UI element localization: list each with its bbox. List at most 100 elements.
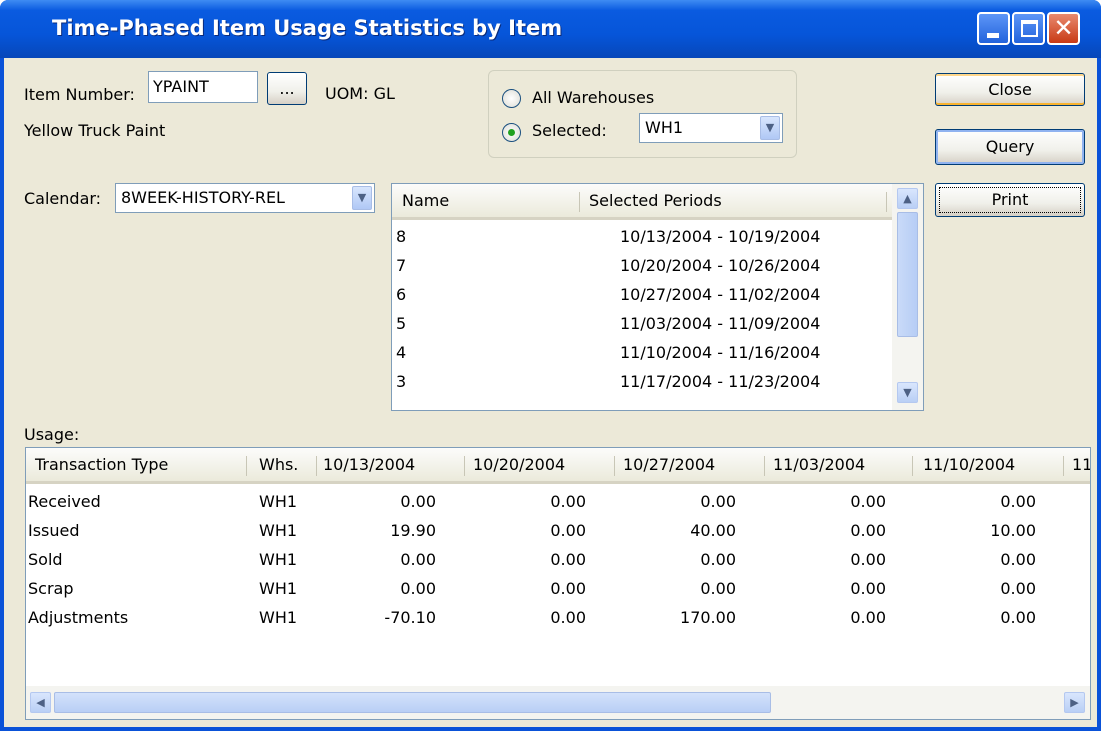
usage-value: 0.00 [550, 608, 586, 627]
arrow-right-icon: ▶ [1070, 696, 1079, 709]
usage-type: Scrap [28, 579, 74, 598]
maximize-button[interactable] [1012, 12, 1045, 45]
usage-type: Adjustments [28, 608, 129, 627]
usage-value: 0.00 [1000, 608, 1036, 627]
item-number-input[interactable]: YPAINT [148, 71, 258, 103]
close-icon: ✕ [1053, 14, 1074, 42]
column-divider[interactable] [246, 456, 247, 476]
usage-col-period[interactable]: 11/03/2004 [773, 448, 865, 482]
usage-col-period[interactable]: 10/13/2004 [323, 448, 415, 482]
periods-scrollbar[interactable]: ▲ ▼ [892, 184, 923, 410]
column-divider[interactable] [316, 456, 317, 476]
period-name: 7 [396, 256, 407, 275]
periods-col-name[interactable]: Name [402, 184, 449, 218]
usage-col-period[interactable]: 11/10/2004 [923, 448, 1015, 482]
periods-header: Name Selected Periods [392, 184, 892, 220]
usage-value: 0.00 [1000, 579, 1036, 598]
usage-type: Issued [28, 521, 80, 540]
warehouse-select[interactable]: WH1 ▼ [639, 113, 783, 143]
period-range: 10/27/2004 - 11/02/2004 [620, 285, 821, 304]
periods-col-range[interactable]: Selected Periods [589, 184, 722, 218]
usage-whs: WH1 [259, 579, 298, 598]
usage-label: Usage: [24, 425, 80, 444]
selected-warehouse-label[interactable]: Selected: [532, 121, 607, 140]
arrow-down-icon: ▼ [903, 386, 912, 399]
usage-value: 0.00 [850, 608, 886, 627]
dialog-body: Item Number: YPAINT ... UOM: GL Yellow T… [4, 58, 1097, 727]
close-button[interactable]: Close [935, 73, 1085, 106]
usage-value: 0.00 [550, 550, 586, 569]
scroll-right-button[interactable]: ▶ [1064, 692, 1085, 713]
item-lookup-button[interactable]: ... [267, 72, 307, 105]
usage-type: Received [28, 492, 101, 511]
arrow-up-icon: ▲ [903, 192, 912, 205]
usage-col-period[interactable]: 10/20/2004 [473, 448, 565, 482]
minimize-button[interactable] [977, 12, 1010, 45]
usage-value: 0.00 [400, 550, 436, 569]
periods-scroll-thumb[interactable] [897, 212, 918, 337]
usage-scroll-thumb[interactable] [54, 692, 771, 713]
all-warehouses-label[interactable]: All Warehouses [532, 88, 654, 107]
usage-col-whs[interactable]: Whs. [259, 448, 298, 482]
period-name: 3 [396, 372, 407, 391]
all-warehouses-radio[interactable] [502, 89, 521, 108]
period-range: 11/10/2004 - 11/16/2004 [620, 343, 821, 362]
usage-value: 0.00 [850, 521, 886, 540]
usage-col-type[interactable]: Transaction Type [35, 448, 168, 482]
title-bar[interactable]: Time-Phased Item Usage Statistics by Ite… [0, 0, 1101, 58]
column-divider[interactable] [886, 192, 887, 212]
query-button[interactable]: Query [935, 129, 1085, 165]
usage-scrollbar[interactable]: ◀ ▶ [26, 686, 1090, 719]
uom-label: UOM: GL [325, 84, 395, 103]
usage-value: 0.00 [700, 550, 736, 569]
column-divider[interactable] [614, 456, 615, 476]
usage-grid[interactable]: Transaction Type Whs. 10/13/2004 10/20/2… [25, 447, 1091, 720]
usage-whs: WH1 [259, 521, 298, 540]
maximize-icon [1021, 20, 1038, 37]
window-title: Time-Phased Item Usage Statistics by Ite… [52, 16, 563, 40]
chevron-down-icon: ▼ [357, 191, 367, 204]
calendar-label: Calendar: [24, 189, 102, 208]
period-name: 8 [396, 227, 407, 246]
period-range: 10/20/2004 - 10/26/2004 [620, 256, 821, 275]
usage-value: 0.00 [550, 521, 586, 540]
usage-whs: WH1 [259, 608, 298, 627]
selected-warehouse-radio[interactable] [502, 123, 521, 142]
column-divider[interactable] [579, 192, 580, 212]
column-divider[interactable] [1063, 456, 1064, 476]
scroll-up-button[interactable]: ▲ [897, 188, 918, 209]
usage-value: 170.00 [680, 608, 736, 627]
window-close-button[interactable]: ✕ [1047, 12, 1080, 45]
usage-col-period[interactable]: 10/27/2004 [623, 448, 715, 482]
period-range: 11/17/2004 - 11/23/2004 [620, 372, 821, 391]
column-divider[interactable] [764, 456, 765, 476]
usage-value: 0.00 [550, 492, 586, 511]
usage-value: 0.00 [400, 579, 436, 598]
print-button[interactable]: Print [935, 183, 1085, 217]
calendar-dropdown-button[interactable]: ▼ [352, 186, 372, 210]
period-name: 4 [396, 343, 407, 362]
column-divider[interactable] [464, 456, 465, 476]
usage-value: 40.00 [690, 521, 736, 540]
usage-value: 19.90 [390, 521, 436, 540]
column-divider[interactable] [912, 456, 913, 476]
usage-value: 0.00 [550, 579, 586, 598]
usage-type: Sold [28, 550, 63, 569]
warehouse-dropdown-button[interactable]: ▼ [760, 116, 780, 140]
period-name: 6 [396, 285, 407, 304]
period-range: 11/03/2004 - 11/09/2004 [620, 314, 821, 333]
usage-value: 0.00 [850, 550, 886, 569]
usage-col-period[interactable]: 11 [1072, 448, 1090, 482]
periods-list[interactable]: Name Selected Periods 8 10/13/2004 - 10/… [391, 183, 924, 411]
arrow-left-icon: ◀ [36, 696, 45, 709]
usage-value: 0.00 [400, 492, 436, 511]
period-range: 10/13/2004 - 10/19/2004 [620, 227, 821, 246]
usage-whs: WH1 [259, 492, 298, 511]
scroll-down-button[interactable]: ▼ [897, 382, 918, 403]
minimize-icon [987, 33, 999, 38]
calendar-select[interactable]: 8WEEK-HISTORY-REL ▼ [115, 183, 375, 213]
usage-value: 0.00 [700, 579, 736, 598]
scroll-left-button[interactable]: ◀ [30, 692, 51, 713]
usage-value: -70.10 [384, 608, 436, 627]
item-number-label: Item Number: [24, 85, 135, 104]
